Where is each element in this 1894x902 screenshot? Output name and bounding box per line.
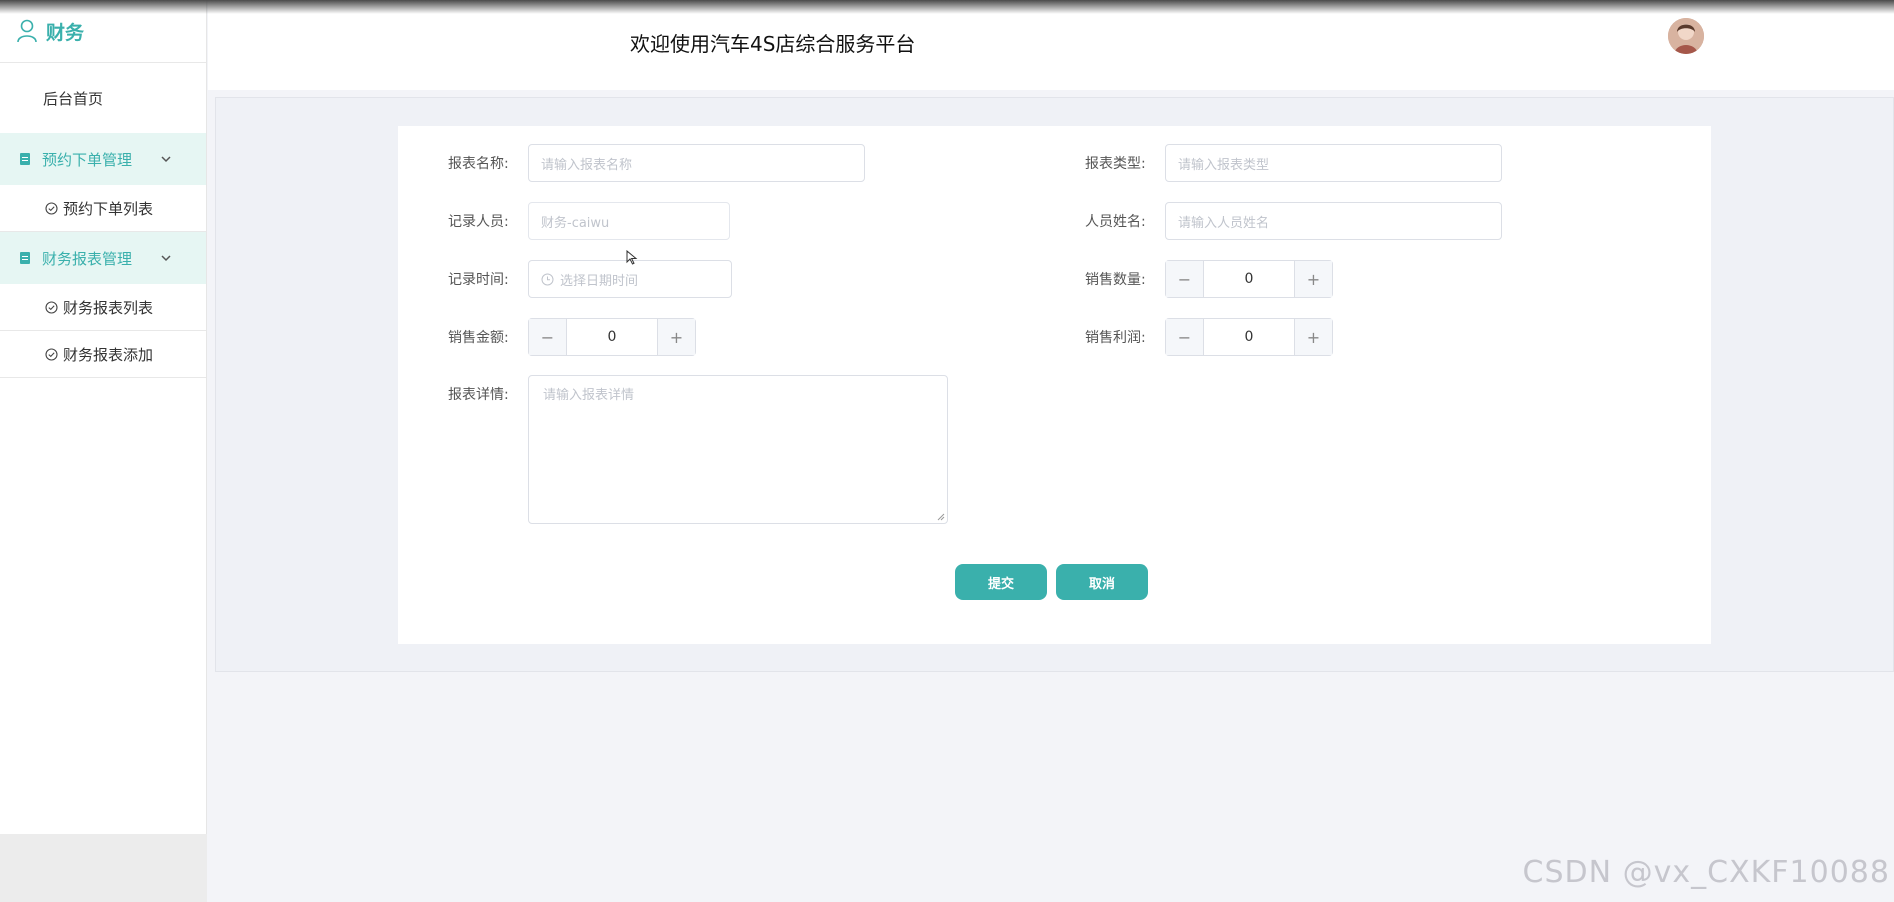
sidebar-group-label: 财务报表管理 [42, 249, 133, 268]
recorder-input: 财务-caiwu [528, 202, 730, 240]
check-circle-icon [45, 300, 58, 314]
header: 欢迎使用汽车4S店综合服务平台 [208, 0, 1894, 90]
sales-profit-value[interactable]: 0 [1204, 319, 1294, 355]
report-type-placeholder: 请输入报表类型 [1178, 157, 1270, 173]
sales-qty-value[interactable]: 0 [1204, 261, 1294, 297]
sidebar-group-finance[interactable]: 财务报表管理 [0, 232, 206, 284]
sidebar: 财务 后台首页 预约下单管理 预约下单列表 财务报表管理 财务报表列表 财务报表… [0, 0, 207, 902]
user-icon [17, 19, 37, 43]
report-detail-label: 报表详情: [448, 387, 509, 403]
cancel-button[interactable]: 取消 [1056, 564, 1148, 600]
sales-amount-label: 销售金额: [448, 330, 509, 346]
page-title: 欢迎使用汽车4S店综合服务平台 [630, 32, 916, 56]
sidebar-item-label: 财务报表添加 [63, 345, 154, 364]
sales-qty-label: 销售数量: [1085, 272, 1146, 288]
sales-qty-stepper[interactable]: − 0 + [1165, 260, 1333, 298]
person-name-placeholder: 请输入人员姓名 [1178, 215, 1270, 231]
sidebar-item-report-add[interactable]: 财务报表添加 [0, 331, 206, 378]
increment-button[interactable]: + [1294, 261, 1332, 297]
recorder-value: 财务-caiwu [541, 215, 610, 231]
avatar-image [1668, 18, 1704, 54]
avatar[interactable] [1668, 18, 1704, 54]
sales-profit-label: 销售利润: [1085, 330, 1146, 346]
sales-profit-stepper[interactable]: − 0 + [1165, 318, 1333, 356]
person-name-label: 人员姓名: [1085, 214, 1146, 230]
decrement-button[interactable]: − [1166, 261, 1204, 297]
sidebar-footer [0, 834, 207, 902]
clock-icon [541, 273, 554, 285]
report-type-input[interactable]: 请输入报表类型 [1165, 144, 1502, 182]
sidebar-item-home[interactable]: 后台首页 [0, 63, 206, 133]
check-circle-icon [45, 201, 58, 215]
report-detail-placeholder: 请输入报表详情 [543, 388, 635, 403]
report-name-label: 报表名称: [448, 156, 509, 172]
document-icon [20, 252, 30, 264]
increment-button[interactable]: + [1294, 319, 1332, 355]
report-name-input[interactable]: 请输入报表名称 [528, 144, 865, 182]
person-name-input[interactable]: 请输入人员姓名 [1165, 202, 1502, 240]
document-icon [20, 153, 30, 165]
increment-button[interactable]: + [657, 319, 695, 355]
sales-amount-value[interactable]: 0 [567, 319, 657, 355]
sidebar-item-report-list[interactable]: 财务报表列表 [0, 284, 206, 331]
report-detail-textarea[interactable]: 请输入报表详情 [528, 375, 948, 524]
sales-amount-stepper[interactable]: − 0 + [528, 318, 696, 356]
record-time-label: 记录时间: [448, 272, 509, 288]
submit-button[interactable]: 提交 [955, 564, 1047, 600]
record-time-placeholder: 选择日期时间 [560, 273, 639, 289]
sidebar-brand: 财务 [0, 0, 206, 63]
decrement-button[interactable]: − [1166, 319, 1204, 355]
sidebar-item-order-list[interactable]: 预约下单列表 [0, 185, 206, 232]
brand-label: 财务 [46, 21, 85, 44]
resize-grip-icon[interactable] [937, 513, 945, 521]
report-type-label: 报表类型: [1085, 156, 1146, 172]
sidebar-group-label: 预约下单管理 [42, 150, 133, 169]
chevron-down-icon [161, 156, 171, 163]
sidebar-item-label: 预约下单列表 [63, 199, 154, 218]
mouse-cursor-icon [626, 250, 638, 265]
report-form: 报表名称: 请输入报表名称 报表类型: 请输入报表类型 记录人员: 财务-cai… [398, 126, 1711, 644]
chevron-down-icon [161, 255, 171, 262]
sidebar-item-label: 财务报表列表 [63, 298, 154, 317]
recorder-label: 记录人员: [448, 214, 509, 230]
sidebar-group-orders[interactable]: 预约下单管理 [0, 133, 206, 185]
watermark: CSDN @vx_CXKF10088 [1522, 855, 1890, 890]
report-name-placeholder: 请输入报表名称 [541, 157, 633, 173]
decrement-button[interactable]: − [529, 319, 567, 355]
check-circle-icon [45, 347, 58, 361]
